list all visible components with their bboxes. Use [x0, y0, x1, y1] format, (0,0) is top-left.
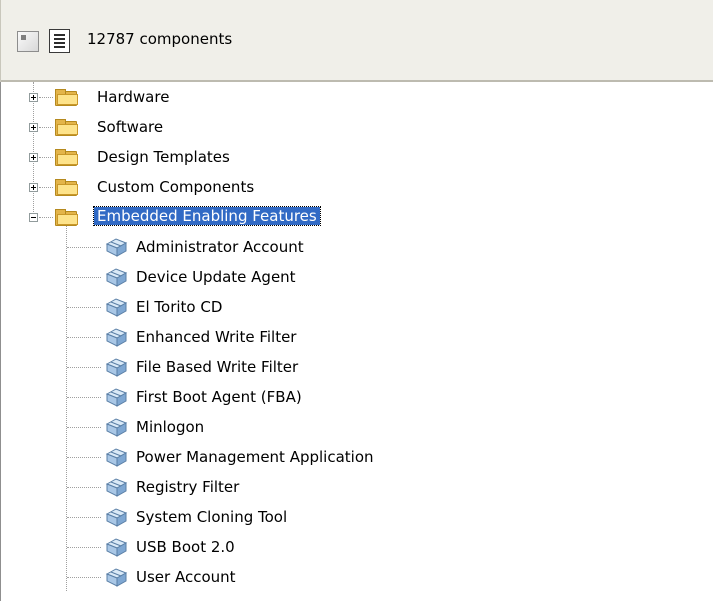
list-view-icon[interactable]: [49, 29, 70, 53]
folder-icon: [55, 89, 78, 106]
expand-icon[interactable]: [29, 183, 38, 192]
component-icon: [103, 506, 129, 528]
tree-item-label: Enhanced Write Filter: [136, 328, 297, 346]
tree-item-label: Registry Filter: [136, 478, 240, 496]
component-icon: [103, 536, 129, 558]
component-icon: [103, 476, 129, 498]
folder-icon: [55, 179, 78, 196]
component-icon: [103, 326, 129, 348]
expand-icon[interactable]: [29, 123, 38, 132]
tree-guide-line: [33, 82, 34, 216]
expand-icon[interactable]: [29, 93, 38, 102]
toolbar: 12787 components: [0, 0, 713, 82]
tree-item-label: Administrator Account: [136, 238, 304, 256]
tree-item-label: Software: [97, 118, 164, 136]
tree-item-label: Minlogon: [136, 418, 205, 436]
component-icon: [103, 266, 129, 288]
tree-item-label: First Boot Agent (FBA): [136, 388, 302, 406]
component-icon: [103, 446, 129, 468]
folder-icon: [55, 149, 78, 166]
tree-item-label: Power Management Application: [136, 448, 374, 466]
tree-view-icon[interactable]: [17, 31, 39, 52]
component-tree[interactable]: Hardware Software Design Templates Custo…: [0, 82, 713, 601]
component-icon: [103, 386, 129, 408]
tree-item-label: Embedded Enabling Features: [93, 206, 321, 226]
component-count: 12787 components: [87, 30, 233, 48]
expand-icon[interactable]: [29, 153, 38, 162]
tree-item-label: Custom Components: [97, 178, 255, 196]
tree-item-label: El Torito CD: [136, 298, 223, 316]
tree-item-label: Design Templates: [97, 148, 230, 166]
tree-item-label: Hardware: [97, 88, 170, 106]
tree-item-label: USB Boot 2.0: [136, 538, 235, 556]
collapse-icon[interactable]: [29, 213, 38, 222]
component-icon: [103, 236, 129, 258]
component-icon: [103, 416, 129, 438]
tree-item-label: System Cloning Tool: [136, 508, 288, 526]
tree-guide-line: [66, 226, 67, 591]
tree-item-label: Device Update Agent: [136, 268, 296, 286]
tree-item-label: File Based Write Filter: [136, 358, 299, 376]
folder-icon: [55, 119, 78, 136]
component-icon: [103, 296, 129, 318]
open-folder-icon: [55, 209, 78, 226]
component-icon: [103, 566, 129, 588]
tree-item-label: User Account: [136, 568, 236, 586]
component-icon: [103, 356, 129, 378]
